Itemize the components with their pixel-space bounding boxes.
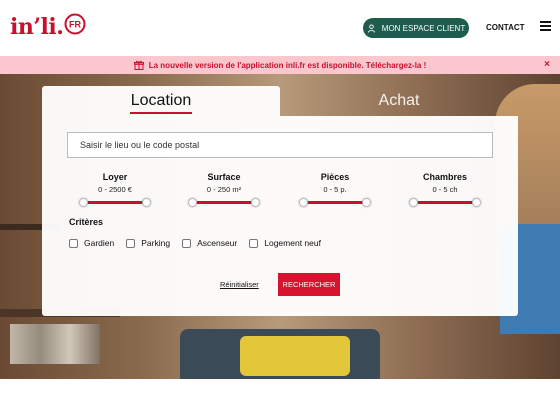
- slider-surface: Surface 0 - 250 m²: [184, 172, 264, 207]
- checkbox-box[interactable]: [69, 238, 78, 248]
- checkbox-label: Gardien: [84, 238, 115, 248]
- checkbox-logement-neuf[interactable]: Logement neuf: [249, 238, 321, 248]
- slider-loyer-track[interactable]: [79, 198, 151, 207]
- slider-chambres-max-handle[interactable]: [472, 198, 481, 207]
- slider-loyer-max-handle[interactable]: [142, 198, 151, 207]
- banner-close-button[interactable]: ×: [544, 59, 550, 70]
- banner-message[interactable]: La nouvelle version de l'application inl…: [149, 61, 427, 70]
- tab-location[interactable]: Location: [42, 86, 280, 116]
- reset-link[interactable]: Réinitialiser: [220, 280, 259, 289]
- checkbox-box[interactable]: [126, 238, 136, 248]
- checkbox-label: Ascenseur: [197, 238, 238, 248]
- slider-loyer-min-handle[interactable]: [79, 198, 88, 207]
- slider-loyer-title: Loyer: [102, 172, 128, 182]
- checkbox-box[interactable]: [249, 238, 259, 248]
- logo-text: in’li.: [10, 14, 64, 40]
- criteres-title: Critères: [69, 217, 104, 227]
- checkbox-label: Logement neuf: [264, 238, 321, 248]
- slider-surface-track[interactable]: [188, 198, 260, 207]
- contact-link[interactable]: CONTACT: [486, 23, 525, 32]
- search-form: Loyer 0 - 2500 € Surface 0 - 250 m² Pièc…: [42, 116, 518, 316]
- checkbox-ascenseur[interactable]: Ascenseur: [182, 238, 237, 248]
- slider-surface-title: Surface: [207, 172, 241, 182]
- rechercher-button[interactable]: RECHERCHER: [278, 273, 340, 296]
- criteres-checkboxes: Gardien Parking Ascenseur Logement neuf: [69, 238, 333, 248]
- user-icon: [367, 23, 375, 33]
- slider-pieces-max-handle[interactable]: [362, 198, 371, 207]
- slider-chambres-min-handle[interactable]: [409, 198, 418, 207]
- tab-achat-label: Achat: [378, 92, 420, 109]
- app-update-banner: La nouvelle version de l'application inl…: [0, 56, 560, 74]
- logo-badge-icon: FR: [64, 13, 86, 35]
- checkbox-gardien[interactable]: Gardien: [69, 238, 114, 248]
- slider-pieces: Pièces 0 - 5 p.: [295, 172, 375, 207]
- espace-client-label: MON ESPACE CLIENT: [381, 23, 466, 33]
- slider-pieces-track[interactable]: [299, 198, 371, 207]
- svg-text:FR: FR: [69, 20, 81, 30]
- slider-surface-min-handle[interactable]: [188, 198, 197, 207]
- checkbox-parking[interactable]: Parking: [126, 238, 170, 248]
- espace-client-button[interactable]: MON ESPACE CLIENT: [363, 18, 469, 38]
- slider-chambres: Chambres 0 - 5 ch: [405, 172, 485, 207]
- checkbox-label: Parking: [141, 238, 171, 248]
- inli-logo[interactable]: in’li. FR: [10, 13, 86, 40]
- slider-loyer-range: 0 - 2500 €: [98, 185, 132, 194]
- site-header: in’li. FR MON ESPACE CLIENT CONTACT: [0, 0, 560, 56]
- slider-chambres-title: Chambres: [422, 172, 467, 182]
- slider-chambres-track[interactable]: [409, 198, 481, 207]
- checkbox-box[interactable]: [182, 238, 192, 248]
- hamburger-icon[interactable]: [540, 21, 551, 31]
- slider-chambres-range: 0 - 5 ch: [432, 185, 458, 194]
- slider-surface-max-handle[interactable]: [251, 198, 260, 207]
- slider-pieces-min-handle[interactable]: [299, 198, 308, 207]
- active-tab-underline: [130, 112, 192, 114]
- slider-surface-range: 0 - 250 m²: [206, 185, 242, 194]
- gift-icon: [133, 60, 144, 70]
- tab-location-label: Location: [130, 92, 192, 109]
- search-tabs: Location Achat: [42, 86, 518, 116]
- slider-pieces-range: 0 - 5 p.: [323, 185, 347, 194]
- tab-achat[interactable]: Achat: [280, 86, 518, 116]
- location-input[interactable]: [67, 132, 493, 158]
- slider-loyer: Loyer 0 - 2500 €: [75, 172, 155, 207]
- slider-pieces-title: Pièces: [320, 172, 350, 182]
